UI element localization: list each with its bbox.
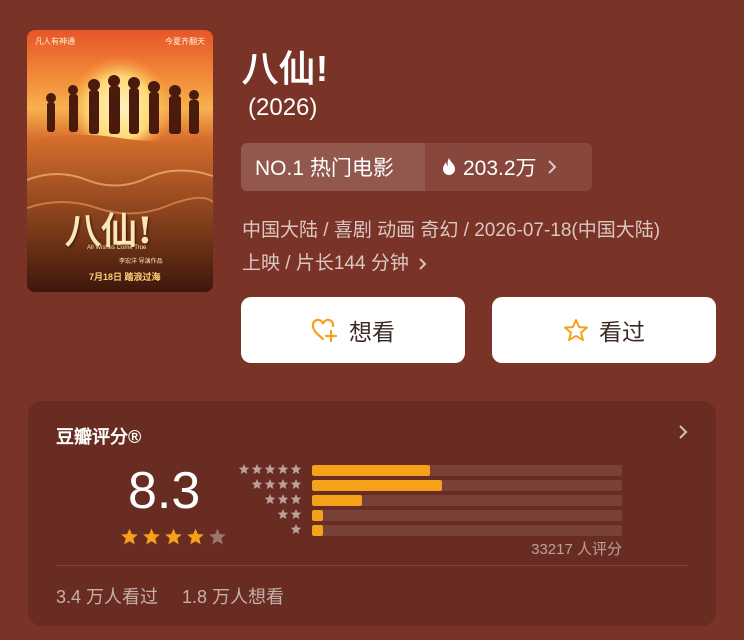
- distribution-bar-fill: [312, 480, 443, 491]
- star-filled-icon: [142, 527, 161, 551]
- rating-distribution: [236, 463, 622, 538]
- heart-plus-icon: [311, 318, 339, 342]
- star-filled-icon: [186, 527, 205, 551]
- movie-year: (2026): [248, 94, 318, 121]
- want-count: 1.8 万人想看: [182, 587, 285, 607]
- distribution-bar-track: [312, 495, 622, 506]
- rating-section-title: 豆瓣评分®: [56, 427, 142, 447]
- distribution-bar-track: [312, 465, 622, 476]
- rank-label: NO.1 热门电影: [241, 143, 425, 191]
- star-outline-icon: [563, 318, 589, 342]
- meta-line-2-wrap: 上映 / 片长144 分钟: [242, 247, 722, 280]
- rating-count: 33217 人评分: [531, 541, 622, 558]
- want-to-watch-button[interactable]: 想看: [241, 297, 465, 363]
- watched-button[interactable]: 看过: [492, 297, 716, 363]
- star-filled-icon: [164, 527, 183, 551]
- heat-value: 203.2万: [463, 157, 537, 180]
- poster-director: 李宏洋 导演作品: [119, 259, 163, 265]
- star-small-icon: [290, 522, 302, 540]
- star-empty-icon: [208, 527, 227, 551]
- distribution-bar-fill: [312, 495, 362, 506]
- distribution-bar-fill: [312, 465, 430, 476]
- movie-title: 八仙!: [242, 48, 329, 89]
- movie-detail-page: 凡人有神通 今夏齐翻天 八仙! All Wishes Come True 李宏洋…: [0, 0, 744, 640]
- seen-count: 3.4 万人看过: [56, 587, 159, 607]
- poster-tagline-left: 凡人有神通: [35, 37, 75, 46]
- distribution-stars: [236, 522, 302, 540]
- seen-label: 看过: [599, 319, 645, 345]
- meta-line-2: 上映 / 片长144 分钟: [242, 253, 409, 274]
- distribution-bar-fill: [312, 525, 323, 536]
- poster-tagline-right: 今夏齐翻天: [165, 37, 205, 46]
- score-stars: [120, 527, 227, 551]
- distribution-bar-track: [312, 510, 622, 521]
- flame-icon: [441, 157, 457, 177]
- heat-value-block[interactable]: 203.2万: [425, 143, 592, 191]
- meta-line-1: 中国大陆 / 喜剧 动画 奇幻 / 2026-07-18(中国大陆): [242, 220, 661, 241]
- star-filled-icon: [120, 527, 139, 551]
- movie-poster[interactable]: 凡人有神通 今夏齐翻天 八仙! All Wishes Come True 李宏洋…: [27, 30, 213, 292]
- poster-english-title: All Wishes Come True: [87, 245, 147, 251]
- audience-stats: 3.4 万人看过 1.8 万人想看: [56, 583, 284, 609]
- distribution-row-1-star: [236, 523, 622, 538]
- rating-score: 8.3: [128, 462, 201, 520]
- distribution-bar-track: [312, 480, 622, 491]
- chevron-right-icon[interactable]: [678, 424, 688, 445]
- poster-release-line: 7月18日 踏浪过海: [89, 272, 161, 282]
- rank-chip[interactable]: NO.1 热门电影 203.2万: [241, 143, 592, 191]
- movie-meta[interactable]: 中国大陆 / 喜剧 动画 奇幻 / 2026-07-18(中国大陆) 上映 / …: [242, 214, 722, 280]
- chevron-right-icon: [418, 257, 427, 271]
- divider: [56, 565, 688, 566]
- distribution-bar-fill: [312, 510, 323, 521]
- chevron-right-icon: [547, 159, 557, 175]
- want-label: 想看: [349, 319, 395, 345]
- distribution-bar-track: [312, 525, 622, 536]
- rating-card[interactable]: 豆瓣评分® 8.3 33217 人评分 3.4 万人看过 1.8 万人想看: [28, 401, 716, 626]
